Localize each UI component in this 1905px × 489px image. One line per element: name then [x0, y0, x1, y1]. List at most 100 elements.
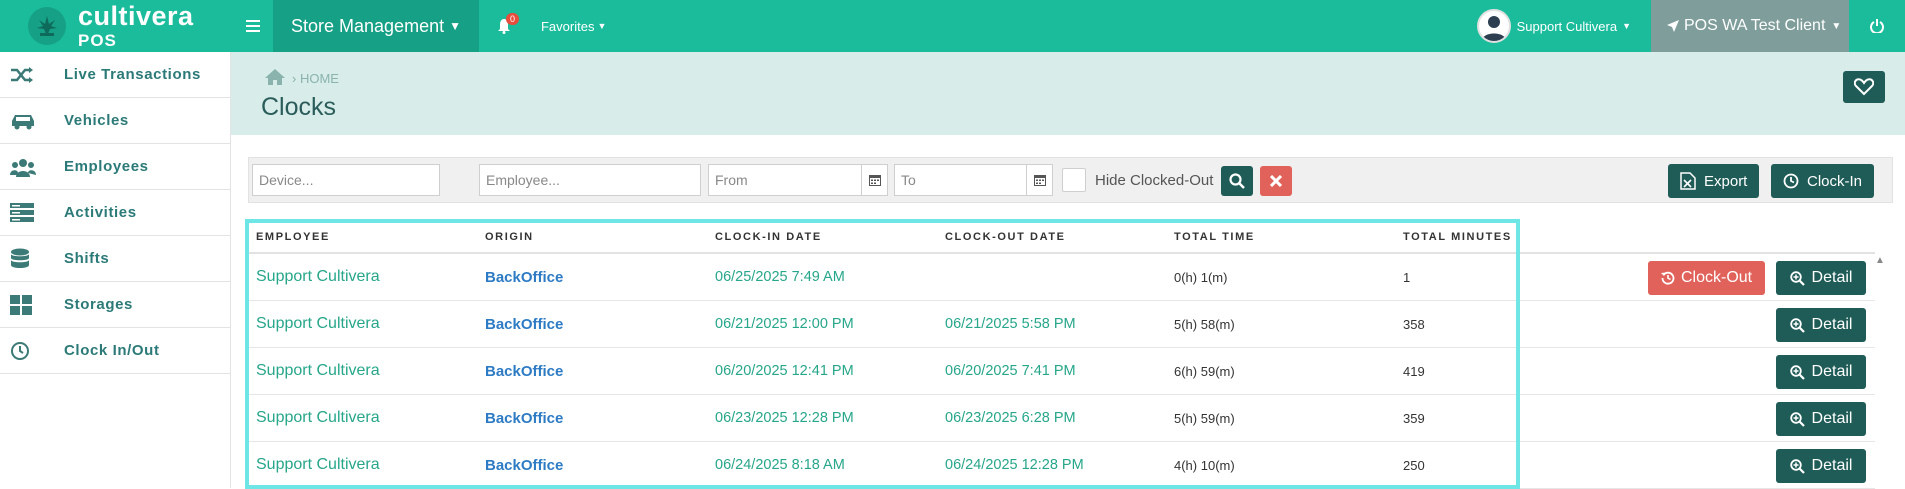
clock-in-cell: 06/23/2025 12:28 PM: [715, 410, 854, 426]
sidebar-item-label: Shifts: [64, 250, 110, 267]
detail-label: Detail: [1811, 457, 1853, 474]
power-icon[interactable]: [1849, 0, 1905, 52]
clock-out-cell: 06/21/2025 5:58 PM: [945, 316, 1076, 332]
to-date-input[interactable]: To: [894, 164, 1053, 196]
caret-down-icon: ▼: [1622, 21, 1631, 31]
employee-cell: Support Cultivera: [256, 409, 380, 426]
sidebar-item-live-transactions[interactable]: Live Transactions: [0, 52, 230, 98]
favorites-label: Favorites: [540, 18, 595, 34]
sidebar-item-employees[interactable]: Employees: [0, 144, 230, 190]
zoom-in-icon: [1789, 458, 1805, 474]
hide-clocked-out-label: Hide Clocked-Out: [1095, 172, 1214, 189]
column-header-total-minutes[interactable]: TOTAL MINUTES: [1403, 231, 1512, 243]
detail-label: Detail: [1811, 269, 1853, 286]
scroll-up-arrow-icon[interactable]: ▲: [1873, 255, 1887, 269]
column-header-clock-in-date[interactable]: CLOCK-IN DATE: [715, 231, 822, 243]
search-icon: [1229, 173, 1245, 189]
sidebar-item-vehicles[interactable]: Vehicles: [0, 98, 230, 144]
detail-label: Detail: [1811, 316, 1853, 333]
page-header: › HOME Clocks: [231, 52, 1905, 135]
calendar-icon[interactable]: [861, 165, 887, 195]
total-time-cell: 0(h) 1(m): [1174, 269, 1228, 285]
sidebar-item-label: Activities: [64, 204, 137, 221]
employee-cell: Support Cultivera: [256, 362, 380, 379]
total-minutes-cell: 419: [1403, 363, 1425, 379]
hide-clocked-out-checkbox[interactable]: [1062, 168, 1086, 192]
clock-in-button[interactable]: Clock-In: [1771, 164, 1875, 198]
sidebar-item-clock-in-out[interactable]: Clock In/Out: [0, 328, 230, 374]
server-icon: [10, 202, 54, 223]
total-minutes-cell: 359: [1403, 410, 1425, 426]
favorites-menu[interactable]: Favorites ▼: [529, 19, 618, 34]
sidebar-item-storages[interactable]: Storages: [0, 282, 230, 328]
detail-button[interactable]: Detail: [1776, 355, 1866, 389]
cannabis-leaf-icon: [28, 7, 66, 45]
notification-count-badge: 0: [505, 13, 519, 25]
clock-out-button[interactable]: Clock-Out: [1648, 261, 1766, 295]
clock-in-cell: 06/20/2025 12:41 PM: [715, 363, 854, 379]
users-icon: [10, 157, 54, 177]
clear-filters-button[interactable]: [1260, 166, 1292, 196]
employee-cell: Support Cultivera: [256, 268, 380, 285]
detail-label: Detail: [1811, 410, 1853, 427]
column-header-origin[interactable]: ORIGIN: [485, 231, 534, 243]
origin-cell: BackOffice: [485, 315, 564, 333]
search-button[interactable]: [1221, 166, 1253, 196]
store-management-menu[interactable]: Store Management ▼: [273, 0, 479, 52]
sidebar: Live Transactions Vehicles Employees Act…: [0, 52, 231, 488]
avatar: [1476, 9, 1511, 43]
detail-button[interactable]: Detail: [1776, 261, 1866, 295]
employee-input[interactable]: Employee...: [479, 164, 701, 196]
brand-name: cultivera: [78, 1, 194, 31]
device-input[interactable]: Device...: [252, 164, 440, 196]
export-label: Export: [1704, 172, 1748, 190]
sidebar-item-label: Vehicles: [64, 112, 129, 129]
location-arrow-icon: [1667, 20, 1679, 32]
sidebar-item-label: Storages: [64, 296, 133, 313]
clock-icon: [10, 341, 54, 361]
client-selector[interactable]: POS WA Test Client ▼: [1651, 0, 1849, 52]
sidebar-item-activities[interactable]: Activities: [0, 190, 230, 236]
total-time-cell: 4(h) 10(m): [1174, 457, 1235, 473]
detail-button[interactable]: Detail: [1776, 402, 1866, 436]
home-icon[interactable]: [264, 68, 286, 89]
database-icon: [10, 248, 54, 270]
add-favorite-button[interactable]: [1843, 71, 1885, 103]
export-button[interactable]: Export: [1668, 164, 1760, 198]
column-header-clock-out-date[interactable]: CLOCK-OUT DATE: [945, 231, 1066, 243]
car-icon: [10, 112, 54, 130]
origin-cell: BackOffice: [485, 268, 564, 286]
table-header: EMPLOYEE ORIGIN CLOCK-IN DATE CLOCK-OUT …: [248, 221, 1875, 254]
user-name: Support Cultivera: [1516, 18, 1618, 34]
clock-in-cell: 06/25/2025 7:49 AM: [715, 269, 845, 285]
history-icon: [1661, 271, 1675, 285]
close-icon: [1270, 175, 1282, 187]
grid-icon: [10, 294, 54, 315]
caret-down-icon: ▼: [597, 21, 607, 31]
from-date-input[interactable]: From: [708, 164, 888, 196]
top-navbar: cultivera POS Store Management ▼ 0 Favor…: [0, 0, 1905, 52]
employee-cell: Support Cultivera: [256, 315, 380, 332]
clock-out-label: Clock-Out: [1681, 269, 1753, 286]
notifications-button[interactable]: 0: [479, 0, 529, 52]
employee-cell: Support Cultivera: [256, 456, 380, 473]
filter-toolbar: Device... Employee... From To Hide Clock…: [248, 157, 1893, 203]
column-header-employee[interactable]: EMPLOYEE: [256, 231, 330, 243]
origin-cell: BackOffice: [485, 456, 564, 474]
user-menu[interactable]: Support Cultivera ▼: [1476, 9, 1651, 43]
hamburger-menu-icon[interactable]: [233, 0, 273, 52]
clock-out-cell: 06/23/2025 6:28 PM: [945, 410, 1076, 426]
sidebar-item-shifts[interactable]: Shifts: [0, 236, 230, 282]
detail-button[interactable]: Detail: [1776, 308, 1866, 342]
detail-button[interactable]: Detail: [1776, 449, 1866, 483]
total-minutes-cell: 250: [1403, 457, 1425, 473]
breadcrumb-home[interactable]: HOME: [300, 71, 339, 86]
calendar-icon[interactable]: [1026, 165, 1052, 195]
brand-logo[interactable]: cultivera POS: [0, 0, 230, 52]
clock-in-cell: 06/21/2025 12:00 PM: [715, 316, 854, 332]
column-header-total-time[interactable]: TOTAL TIME: [1174, 231, 1255, 243]
total-time-cell: 6(h) 59(m): [1174, 363, 1235, 379]
table-row: Support Cultivera BackOffice 06/20/2025 …: [248, 348, 1875, 395]
breadcrumb: › HOME: [264, 68, 339, 89]
to-placeholder: To: [901, 172, 916, 188]
